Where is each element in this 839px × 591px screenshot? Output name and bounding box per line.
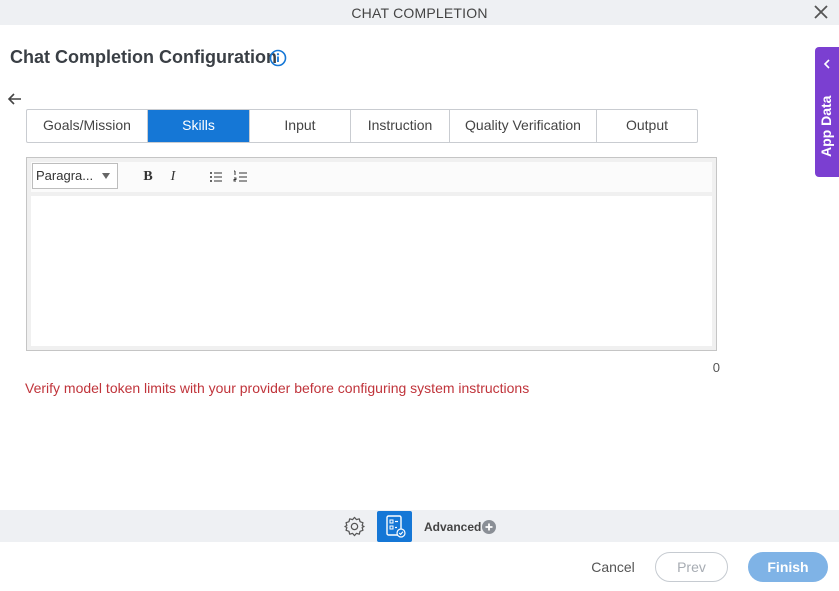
back-arrow-icon[interactable] bbox=[6, 90, 24, 108]
dialog-title: CHAT COMPLETION bbox=[351, 5, 488, 21]
dialog-title-bar: CHAT COMPLETION bbox=[0, 0, 839, 25]
tab-instruction[interactable]: Instruction bbox=[351, 110, 450, 142]
rich-text-editor: Paragra... B I bbox=[26, 157, 717, 351]
bold-button[interactable]: B bbox=[137, 166, 159, 188]
settings-gear-icon[interactable] bbox=[343, 515, 366, 538]
paragraph-format-value: Paragra... bbox=[36, 168, 94, 183]
bulleted-list-icon[interactable] bbox=[205, 166, 227, 188]
page-title: Chat Completion Configuration bbox=[10, 47, 277, 67]
app-data-icon bbox=[386, 515, 406, 538]
plus-circle-icon[interactable] bbox=[482, 520, 496, 534]
editor-content-area[interactable] bbox=[31, 196, 712, 346]
app-data-button[interactable] bbox=[377, 511, 412, 542]
close-icon[interactable] bbox=[812, 3, 830, 21]
app-data-label: App Data bbox=[818, 95, 834, 157]
paragraph-format-select[interactable]: Paragra... bbox=[32, 163, 118, 189]
bottom-toolbar bbox=[0, 510, 839, 542]
cancel-button[interactable]: Cancel bbox=[585, 553, 641, 581]
editor-toolbar: Paragra... B I bbox=[31, 162, 712, 192]
numbered-list-icon[interactable] bbox=[230, 166, 252, 188]
tab-input[interactable]: Input bbox=[250, 110, 351, 142]
prev-button[interactable]: Prev bbox=[655, 552, 728, 582]
tab-quality-verification[interactable]: Quality Verification bbox=[450, 110, 597, 142]
tab-goals-mission[interactable]: Goals/Mission bbox=[27, 110, 148, 142]
tab-skills[interactable]: Skills bbox=[148, 110, 250, 142]
character-count: 0 bbox=[712, 360, 720, 375]
finish-button[interactable]: Finish bbox=[748, 552, 828, 582]
configuration-tabs: Goals/Mission Skills Input Instruction Q… bbox=[26, 109, 698, 143]
chevron-down-icon bbox=[102, 173, 110, 179]
advanced-label[interactable]: Advanced bbox=[424, 520, 481, 534]
token-limit-warning: Verify model token limits with your prov… bbox=[25, 380, 530, 396]
italic-button[interactable]: I bbox=[162, 166, 184, 188]
info-icon[interactable] bbox=[269, 49, 287, 67]
app-data-side-tab[interactable]: App Data bbox=[815, 47, 839, 177]
tab-output[interactable]: Output bbox=[597, 110, 697, 142]
chevron-left-icon bbox=[823, 59, 830, 69]
